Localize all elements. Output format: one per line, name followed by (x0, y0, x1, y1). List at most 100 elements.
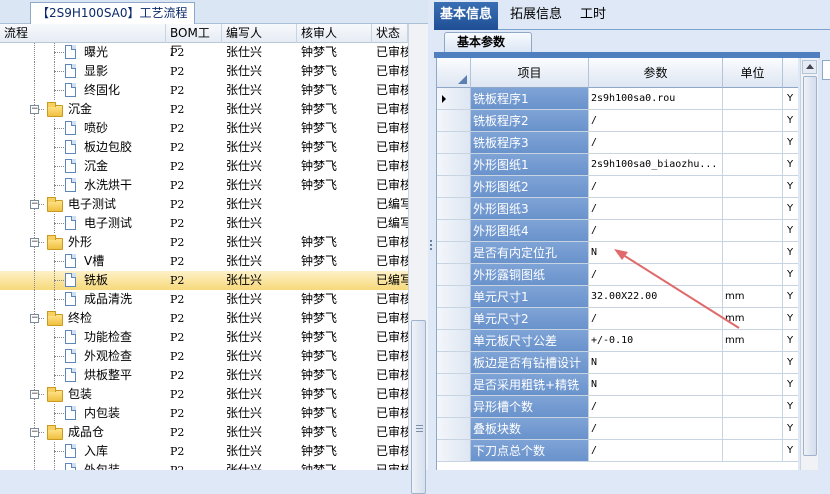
param-unit-cell[interactable] (723, 154, 783, 176)
tree-step-node[interactable]: 烘板整平 P2 张仕兴 钟梦飞 已审核 (0, 366, 408, 385)
param-flag-cell[interactable]: Y (783, 286, 798, 308)
col-header-flag[interactable] (783, 58, 798, 88)
param-value-cell[interactable]: N (589, 352, 723, 374)
param-flag-cell[interactable]: Y (783, 220, 798, 242)
param-value-cell[interactable]: +/-0.10 (589, 330, 723, 352)
param-value-cell[interactable]: / (589, 132, 723, 154)
param-unit-cell[interactable] (723, 242, 783, 264)
row-header[interactable] (437, 132, 471, 154)
param-row[interactable]: 外形露铜图纸 / Y (437, 264, 798, 286)
param-unit-cell[interactable] (723, 396, 783, 418)
expand-minus-icon[interactable]: − (30, 200, 39, 209)
tree-group-node[interactable]: − 成品仓 P2 张仕兴 钟梦飞 已审核 (0, 423, 408, 442)
row-header[interactable] (437, 220, 471, 242)
param-row[interactable]: 铣板程序1 2s9h100sa0.rou Y (437, 88, 798, 110)
param-unit-cell[interactable] (723, 440, 783, 462)
param-row[interactable]: 外形图纸3/ Y (437, 198, 798, 220)
param-value-cell[interactable]: / (589, 308, 723, 330)
tree-group-node[interactable]: − 终检 P2 张仕兴 钟梦飞 已审核 (0, 309, 408, 328)
expand-minus-icon[interactable]: − (30, 105, 39, 114)
col-header-unit[interactable]: 单位 (723, 58, 783, 88)
param-row[interactable]: 外形图纸2/ Y (437, 176, 798, 198)
param-value-cell[interactable]: N (589, 374, 723, 396)
param-flag-cell[interactable]: Y (783, 308, 798, 330)
param-value-cell[interactable]: 2s9h100sa0.rou (589, 88, 723, 110)
param-value-cell[interactable]: / (589, 418, 723, 440)
col-header-writer[interactable]: 编写人 (222, 24, 297, 43)
param-unit-cell[interactable] (723, 374, 783, 396)
col-header-status[interactable]: 状态 (372, 24, 408, 43)
tab-basic-info[interactable]: 基本信息 (434, 2, 499, 30)
row-header[interactable] (437, 286, 471, 308)
param-unit-cell[interactable] (723, 88, 783, 110)
param-unit-cell[interactable] (723, 176, 783, 198)
param-value-cell[interactable]: / (589, 110, 723, 132)
tree-step-node[interactable]: 板边包胶 P2 张仕兴 钟梦飞 已审核 (0, 138, 408, 157)
row-header[interactable] (437, 242, 471, 264)
param-row[interactable]: 单元尺寸1 32.00X22.00 mm Y (437, 286, 798, 308)
row-header[interactable] (437, 330, 471, 352)
tab-process-flow[interactable]: 【2S9H100SA0】工艺流程 (30, 2, 195, 24)
tree-group-node[interactable]: − 包装 P2 张仕兴 钟梦飞 已审核 (0, 385, 408, 404)
row-header[interactable] (437, 418, 471, 440)
param-unit-cell[interactable] (723, 352, 783, 374)
grid-corner[interactable] (437, 58, 471, 88)
tree-step-node[interactable]: 曝光 P2 张仕兴 钟梦飞 已审核 (0, 43, 408, 62)
param-row[interactable]: 单元板尺寸公差 +/-0.10 mm Y (437, 330, 798, 352)
param-flag-cell[interactable]: Y (783, 88, 798, 110)
param-value-cell[interactable]: N (589, 242, 723, 264)
row-header[interactable] (437, 154, 471, 176)
left-scrollbar-thumb[interactable] (411, 320, 426, 494)
param-unit-cell[interactable] (723, 198, 783, 220)
tab-work-hours[interactable]: 工时 (574, 2, 612, 30)
param-row[interactable]: 单元尺寸2/mm Y (437, 308, 798, 330)
tree-step-node[interactable]: 内包装 P2 张仕兴 钟梦飞 已审核 (0, 404, 408, 423)
param-value-cell[interactable]: / (589, 220, 723, 242)
tree-step-node[interactable]: 水洗烘干 P2 张仕兴 钟梦飞 已审核 (0, 176, 408, 195)
param-row[interactable]: 外形图纸4/ Y (437, 220, 798, 242)
tree-group-node[interactable]: − 沉金 P2 张仕兴 钟梦飞 已审核 (0, 100, 408, 119)
row-header[interactable] (437, 396, 471, 418)
col-header-process[interactable]: 流程 (0, 24, 166, 43)
param-flag-cell[interactable]: Y (783, 418, 798, 440)
subtab-basic-params[interactable]: 基本参数 (444, 32, 532, 52)
param-row[interactable]: 是否有内定位孔 N Y (437, 242, 798, 264)
param-row[interactable]: 铣板程序2/ Y (437, 110, 798, 132)
left-scrollbar[interactable] (408, 24, 428, 494)
row-header[interactable] (437, 110, 471, 132)
tree-step-node[interactable]: 功能检查 P2 张仕兴 钟梦飞 已审核 (0, 328, 408, 347)
param-row[interactable]: 是否采用粗铣+精铣 N Y (437, 374, 798, 396)
param-value-cell[interactable]: / (589, 440, 723, 462)
tree-group-node[interactable]: − 电子测试 P2 张仕兴 已编写 (0, 195, 408, 214)
param-flag-cell[interactable]: Y (783, 440, 798, 462)
param-unit-cell[interactable] (723, 132, 783, 154)
tree-step-node[interactable]: 入库 P2 张仕兴 钟梦飞 已审核 (0, 442, 408, 461)
param-flag-cell[interactable]: Y (783, 176, 798, 198)
col-header-bom-factory[interactable]: BOM工厂 (166, 24, 222, 58)
param-value-cell[interactable]: 32.00X22.00 (589, 286, 723, 308)
param-flag-cell[interactable]: Y (783, 374, 798, 396)
param-value-cell[interactable]: / (589, 264, 723, 286)
param-row[interactable]: 叠板块数 / Y (437, 418, 798, 440)
tree-step-node[interactable]: 沉金 P2 张仕兴 钟梦飞 已审核 (0, 157, 408, 176)
expand-minus-icon[interactable]: − (30, 390, 39, 399)
row-header[interactable] (437, 308, 471, 330)
row-header[interactable] (437, 352, 471, 374)
tree-step-node[interactable]: 终固化 P2 张仕兴 钟梦飞 已审核 (0, 81, 408, 100)
param-flag-cell[interactable]: Y (783, 132, 798, 154)
param-unit-cell[interactable]: mm (723, 308, 783, 330)
col-header-param[interactable]: 参数 (589, 58, 723, 88)
expand-minus-icon[interactable]: − (30, 428, 39, 437)
param-flag-cell[interactable]: Y (783, 110, 798, 132)
row-header[interactable] (437, 440, 471, 462)
tree-step-node[interactable]: 外包装 P2 张仕兴 钟梦飞 已审核 (0, 461, 408, 470)
param-row[interactable]: 板边是否有钻槽设计 N Y (437, 352, 798, 374)
expand-minus-icon[interactable]: − (30, 314, 39, 323)
param-flag-cell[interactable]: Y (783, 396, 798, 418)
param-unit-cell[interactable]: mm (723, 286, 783, 308)
col-header-reviewer[interactable]: 核审人 (297, 24, 372, 43)
tree-step-node[interactable]: V槽 P2 张仕兴 钟梦飞 已审核 (0, 252, 408, 271)
col-header-item[interactable]: 项目 (471, 58, 589, 88)
row-header[interactable] (437, 264, 471, 286)
param-flag-cell[interactable]: Y (783, 264, 798, 286)
